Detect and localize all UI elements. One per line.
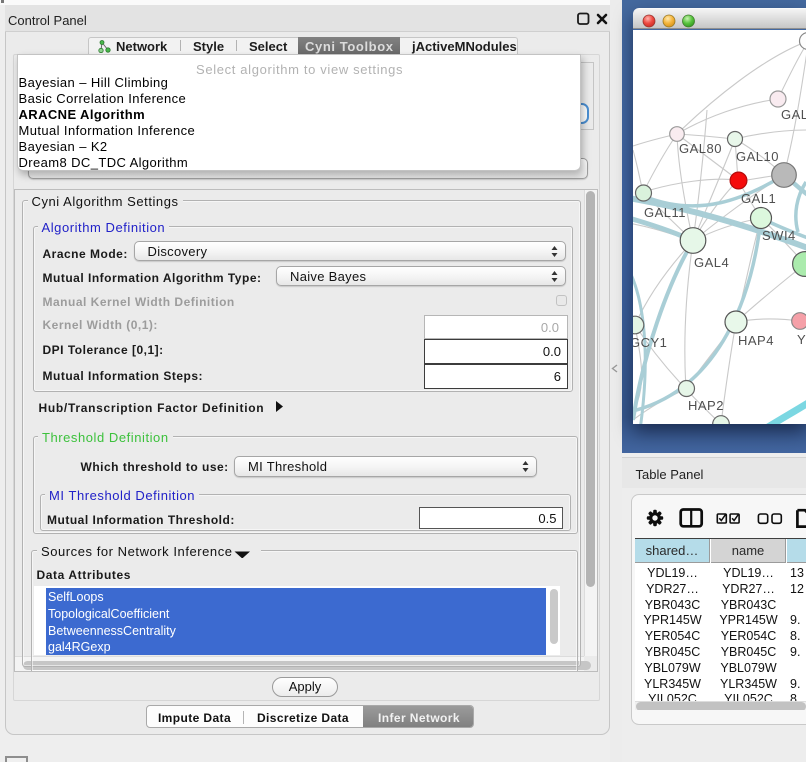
svg-text:GAL4: GAL4: [694, 255, 729, 270]
svg-text:HAP2: HAP2: [688, 398, 724, 413]
svg-text:GAL10: GAL10: [736, 149, 779, 164]
svg-text:GAL80: GAL80: [679, 141, 722, 156]
svg-text:GAL1: GAL1: [741, 191, 776, 206]
svg-text:GAL11: GAL11: [644, 205, 686, 220]
svg-text:SWI4: SWI4: [762, 228, 796, 243]
svg-text:Y: Y: [797, 332, 806, 347]
svg-text:GAL7: GAL7: [781, 107, 806, 122]
svg-text:GCY1: GCY1: [633, 335, 667, 350]
svg-text:HAP4: HAP4: [738, 333, 774, 348]
